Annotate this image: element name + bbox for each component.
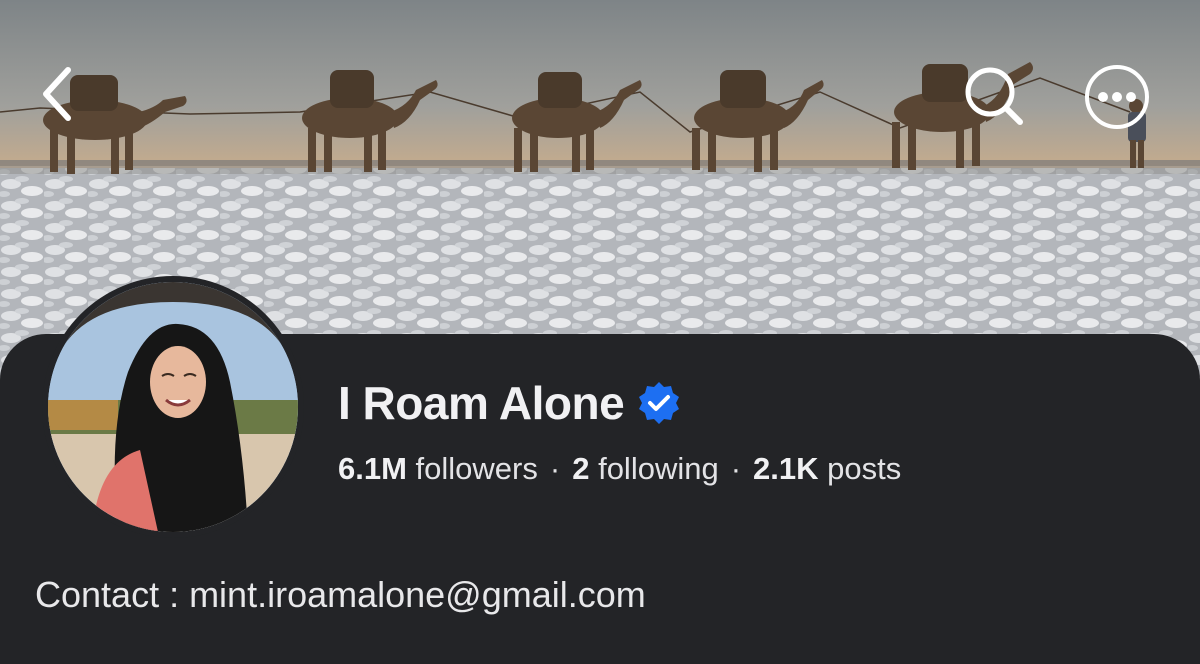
followers-count: 6.1M: [338, 451, 407, 486]
profile-bio: Contact : mint.iroamalone@gmail.com: [35, 574, 646, 615]
following-stat[interactable]: 2 following: [572, 451, 719, 486]
profile-name: I Roam Alone: [338, 377, 625, 429]
stat-separator: ·: [549, 451, 561, 486]
followers-label: followers: [415, 451, 538, 486]
profile-stats: 6.1M followers · 2 following · 2.1K posts: [338, 451, 901, 487]
followers-stat[interactable]: 6.1M followers: [338, 451, 538, 486]
avatar[interactable]: [42, 276, 304, 538]
posts-stat[interactable]: 2.1K posts: [753, 451, 901, 486]
chevron-left-icon: [43, 67, 71, 121]
profile-picture: [48, 282, 298, 532]
posts-label: posts: [827, 451, 902, 486]
more-options-button[interactable]: [1084, 64, 1149, 129]
verified-badge-icon: [636, 380, 682, 426]
profile-name-row: I Roam Alone: [338, 376, 682, 430]
search-button[interactable]: [962, 64, 1023, 125]
profile-picture-illustration: [48, 282, 298, 532]
posts-count: 2.1K: [753, 451, 819, 486]
following-count: 2: [572, 451, 590, 486]
stat-separator: ·: [730, 451, 742, 486]
search-icon: [965, 67, 1023, 125]
more-horizontal-icon: [1085, 65, 1149, 129]
following-label: following: [598, 451, 719, 486]
back-button[interactable]: [36, 64, 96, 124]
